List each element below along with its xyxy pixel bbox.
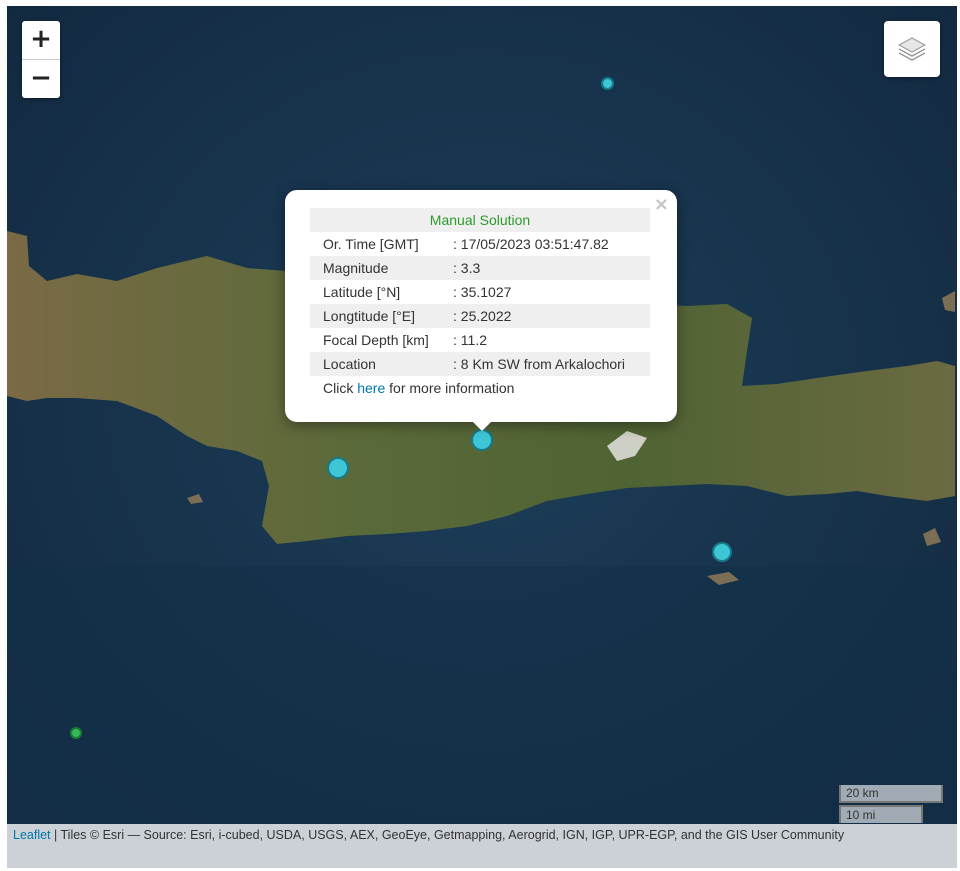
scale-mi: 10 mi <box>839 805 923 823</box>
earthquake-marker[interactable] <box>712 542 732 562</box>
popup-title: Manual Solution <box>310 208 650 232</box>
detail-label: Location <box>310 352 449 376</box>
detail-label: Longtitude [°E] <box>310 304 449 328</box>
more-info-prefix: Click <box>323 380 358 396</box>
zoom-in-button[interactable]: + <box>22 21 60 59</box>
more-info-line: Click here for more information <box>310 376 650 400</box>
layers-button[interactable] <box>884 21 940 77</box>
earthquake-marker-green[interactable] <box>70 727 82 739</box>
detail-label: Latitude [°N] <box>323 284 401 300</box>
attribution-text: | Tiles © Esri — Source: Esri, i-cubed, … <box>50 828 845 842</box>
zoom-control: + − <box>22 21 60 98</box>
map-attribution: Leaflet | Tiles © Esri — Source: Esri, i… <box>7 824 957 868</box>
detail-label: Focal Depth [km] <box>323 332 429 348</box>
earthquake-details-table: Manual Solution Or. Time [GMT] : 17/05/2… <box>310 208 650 400</box>
more-info-suffix: for more information <box>385 380 515 396</box>
detail-value: : 11.2 <box>453 332 487 348</box>
scale-km: 20 km <box>839 785 943 803</box>
map-container[interactable]: + − × Manual Solution Or. Time [GMT] : 1… <box>7 6 957 868</box>
detail-value: : 25.2022 <box>449 304 650 328</box>
detail-value: : 8 Km SW from Arkalochori <box>449 352 650 376</box>
earthquake-popup: × Manual Solution Or. Time [GMT] : 17/05… <box>285 190 677 431</box>
detail-label: Or. Time [GMT] <box>323 236 419 252</box>
popup-tip <box>472 421 492 431</box>
earthquake-marker-selected[interactable] <box>471 429 493 451</box>
earthquake-marker[interactable] <box>601 77 614 90</box>
earthquake-marker[interactable] <box>327 457 349 479</box>
detail-value: : 35.1027 <box>453 284 512 300</box>
detail-label: Magnitude <box>310 256 449 280</box>
leaflet-link[interactable]: Leaflet <box>13 828 51 842</box>
more-info-link[interactable]: here <box>357 380 385 396</box>
zoom-out-button[interactable]: − <box>22 59 60 98</box>
popup-close-button[interactable]: × <box>654 194 669 215</box>
detail-value: : 3.3 <box>449 256 650 280</box>
layers-icon <box>897 37 927 61</box>
detail-value: : 17/05/2023 03:51:47.82 <box>453 236 609 252</box>
